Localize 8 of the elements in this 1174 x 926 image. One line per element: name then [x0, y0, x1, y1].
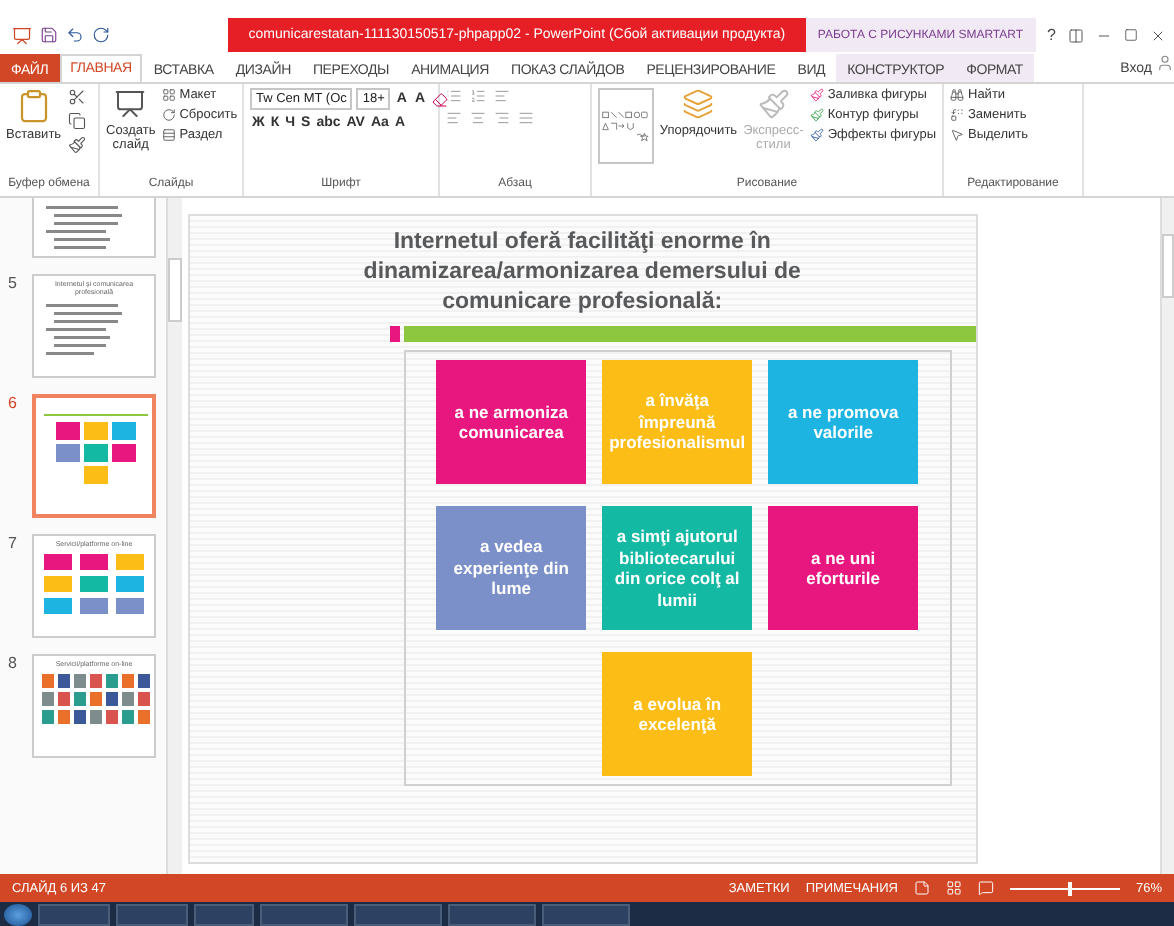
help-button[interactable]: ? — [1047, 26, 1056, 44]
slide-title: Internetul oferă facilităţi enorme în dinamizarea/armonizarea demersului de comunicare profesională: — [361, 228, 803, 318]
smartart-tile[interactable]: a ne armoniza comunicarea — [436, 360, 587, 484]
slide-number: 8 — [8, 654, 19, 672]
slide-number: 5 — [8, 274, 19, 292]
slide-number: 6 — [8, 394, 19, 412]
slide-number: 7 — [8, 534, 19, 552]
smartart-tile[interactable]: a ne uni eforturile — [768, 506, 919, 630]
